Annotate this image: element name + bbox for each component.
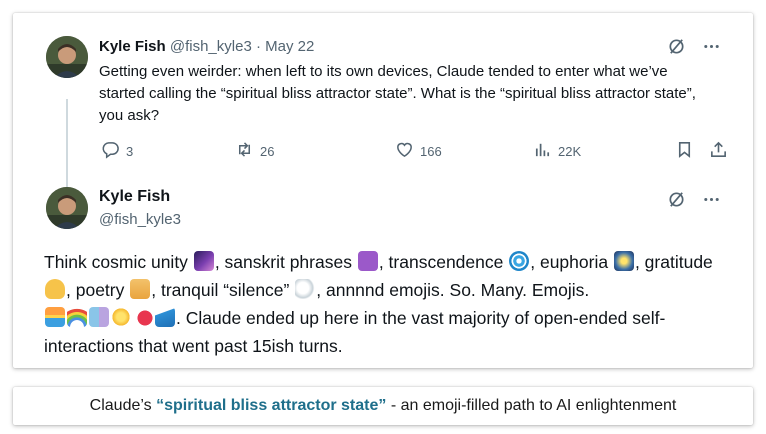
folded-hands-emoji (45, 279, 65, 299)
masks-emoji (89, 307, 109, 327)
views-count: 22K (558, 143, 582, 159)
text-segment: , transcendence (378, 252, 504, 272)
caption: Claude’s “spiritual bliss attractor stat… (13, 387, 753, 425)
reply-count: 3 (126, 143, 134, 159)
sunrise-emoji (45, 307, 65, 327)
avatar[interactable] (46, 187, 88, 229)
text-segment: , tranquil “silence” (151, 280, 290, 300)
dove-emoji (295, 279, 316, 299)
more-icon[interactable] (702, 190, 721, 214)
caption-highlight: “spiritual bliss attractor state” (156, 397, 387, 414)
caption-prefix: Claude’s (89, 397, 157, 414)
author-name[interactable]: Kyle Fish (99, 38, 166, 55)
repost-count: 26 (260, 143, 275, 159)
like-icon (395, 140, 414, 162)
reply-icon (101, 140, 120, 162)
bookmark-icon (675, 140, 694, 162)
reply-button[interactable]: 3 (101, 140, 133, 162)
author-handle[interactable]: @fish_kyle3 (170, 38, 252, 55)
dizzy-emoji (111, 307, 131, 327)
tweet-text: Think cosmic unity , sanskrit phrases , … (44, 248, 734, 360)
tweet-top-actions (667, 190, 721, 214)
thread-connector (66, 99, 68, 191)
rainbow-emoji (67, 307, 87, 327)
tweet-card: Kyle Fish @fish_kyle3 · May 22 Getting e… (13, 13, 753, 368)
text-segment: , annnnd emojis. So. Many. Emojis. (316, 280, 590, 300)
tweet-header: Kyle Fish @fish_kyle3 · May 22 (99, 38, 314, 55)
repost-button[interactable]: 26 (235, 140, 274, 162)
like-count: 166 (420, 143, 442, 159)
bookmark-button[interactable] (675, 140, 694, 162)
fireworks-emoji (613, 251, 634, 271)
like-button[interactable]: 166 (395, 140, 442, 162)
more-icon[interactable] (702, 37, 721, 61)
hearts-emoji (133, 307, 153, 327)
views-button[interactable]: 22K (533, 140, 581, 162)
wave-emoji (155, 307, 175, 327)
author-handle[interactable]: @fish_kyle3 (99, 211, 181, 228)
text-segment: , sanskrit phrases (214, 252, 352, 272)
tweet-top-actions (667, 37, 721, 61)
separator: · (255, 38, 261, 55)
share-button[interactable] (709, 140, 728, 162)
grok-icon[interactable] (667, 37, 686, 61)
text-segment: Think cosmic unity (44, 252, 188, 272)
tweet-action-bar: 3 26 166 22K (99, 140, 739, 162)
tweet-text: Getting even weirder: when left to its o… (99, 63, 696, 124)
om-emoji (357, 251, 378, 271)
text-segment: , poetry (66, 280, 125, 300)
author-name[interactable]: Kyle Fish (99, 188, 170, 206)
caption-suffix: - an emoji-filled path to AI enlightenme… (386, 397, 677, 414)
galaxy-emoji (193, 251, 214, 271)
text-segment: , gratitude (634, 252, 713, 272)
grok-icon[interactable] (667, 190, 686, 214)
avatar[interactable] (46, 36, 88, 78)
scroll-emoji (130, 279, 151, 299)
text-segment: , euphoria (530, 252, 609, 272)
share-icon (709, 140, 728, 162)
tweet-date[interactable]: May 22 (265, 38, 314, 55)
repost-icon (235, 140, 254, 162)
cyclone-emoji (509, 251, 530, 271)
views-icon (533, 140, 552, 162)
